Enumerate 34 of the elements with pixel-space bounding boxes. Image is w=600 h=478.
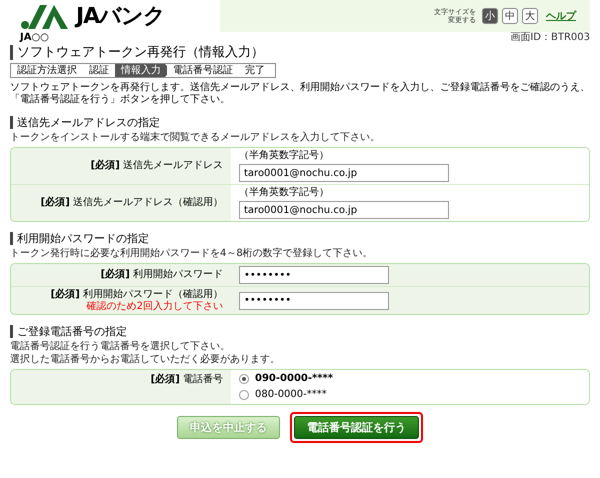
field-hint: （半角英数字記号） — [239, 187, 330, 199]
font-size-button[interactable]: 中 — [502, 8, 518, 24]
section-title: 送信先メールアドレスの指定 — [10, 116, 160, 129]
logo-icon — [20, 2, 70, 30]
section-title: 利用開始パスワードの指定 — [10, 232, 149, 245]
field-label: [必須] 送信先メールアドレス（確認用） — [40, 197, 223, 209]
field-label: [必須] 利用開始パスワード（確認用） — [50, 289, 223, 300]
input-field[interactable]: taro0001@nochu.co.jp — [239, 201, 449, 219]
font-size-button[interactable]: 小 — [482, 8, 498, 24]
radio-button[interactable] — [239, 374, 249, 384]
radio-label[interactable]: 080-0000-**** — [255, 388, 327, 402]
field-label: [必須] 送信先メールアドレス — [90, 160, 223, 172]
input-field[interactable]: taro0001@nochu.co.jp — [239, 164, 449, 182]
radio-label[interactable]: 090-0000-**** — [255, 372, 333, 386]
branch-name: JA○○ — [18, 32, 49, 43]
password-field[interactable]: •••••••• — [239, 292, 389, 310]
section-title: ご登録電話番号の指定 — [10, 325, 127, 338]
font-size-button[interactable]: 大 — [522, 8, 538, 24]
page-title: ソフトウェアトークン再発行（情報入力） — [10, 45, 590, 60]
verify-phone-button[interactable]: 電話番号認証を行う — [294, 416, 419, 439]
section-description: 選択した電話番号からお電話していただく必要があります。 — [10, 354, 281, 365]
help-link[interactable]: ヘルプ — [546, 9, 576, 23]
screen-id: 画面ID：BTR003 — [510, 32, 590, 43]
brand-name: JAバンク — [76, 3, 166, 31]
section-description: トークン発行時に必要な利用開始パスワードを4～8桁の数字で登録して下さい。 — [10, 248, 374, 259]
section-description: トークンをインストールする端末で閲覧できるメールアドレスを入力して下さい。 — [10, 132, 381, 143]
field-label: [必須] 利用開始パスワード — [100, 269, 223, 281]
field-label: [必須] 電話番号 — [150, 374, 223, 386]
field-note: 確認のため2回入力して下さい — [86, 301, 223, 312]
radio-button[interactable] — [239, 390, 249, 400]
field-hint: （半角英数字記号） — [239, 150, 330, 162]
section-description: 電話番号認証を行う電話番号を選択して下さい。 — [10, 341, 231, 352]
password-field[interactable]: •••••••• — [239, 266, 389, 284]
intro-text: ソフトウェアトークンを再発行します。送信先メールアドレス、利用開始パスワードを入力し、ご登録電話番号をご確認のうえ、「電話番号認証を行う」ボタンを押して下さい。 — [10, 82, 590, 106]
